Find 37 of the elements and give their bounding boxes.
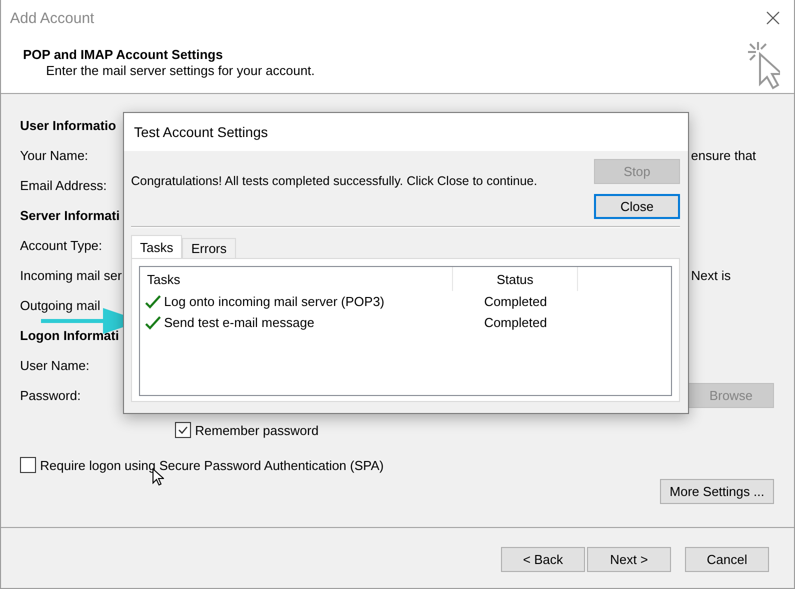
help-text: ensure that [691,148,758,162]
cursor-sparkle-icon [746,40,780,90]
checkmark-icon [177,424,189,436]
page-subtitle: Enter the mail server settings for your account. [46,63,315,78]
field-label: Account Type: [20,238,102,252]
close-icon[interactable] [766,11,780,25]
wizard-button[interactable]: Cancel [685,547,769,572]
checkbox-label[interactable]: Require logon using Secure Password Authentication (SPA) [40,458,384,472]
section-heading: Logon Informati [20,328,119,342]
wizard-button[interactable]: < Back [501,547,585,572]
field-label: User Name: [20,358,90,372]
field-label: Incoming mail ser [20,268,122,282]
task-status: Completed [483,294,548,309]
task-name: Send test e-mail message [164,315,314,330]
field-label: Outgoing mail [20,298,100,312]
section-heading: Server Informati [20,208,120,222]
field-label: Password: [20,388,81,402]
checkbox-label[interactable]: Remember password [195,422,319,438]
help-text: Next is [691,268,732,282]
tab[interactable]: Tasks [131,235,182,258]
checkbox[interactable] [175,422,191,438]
dialog-title: Test Account Settings [134,124,268,140]
wizard-button[interactable]: Next > [587,547,671,572]
dialog-button[interactable]: Close [594,194,680,219]
checkbox[interactable] [20,457,36,473]
tab[interactable]: Errors [182,238,236,258]
section-heading: User Informatio [20,118,116,132]
field-label: Your Name: [20,148,88,162]
more-settings-button[interactable]: More Settings ... [660,479,774,504]
status-message: Congratulations! All tests completed successfully. Click Close to continue. [131,174,538,190]
column-header[interactable]: Status [453,267,578,291]
task-status: Completed [483,315,548,330]
page-heading: POP and IMAP Account Settings [23,47,224,62]
field-label: Email Address: [20,178,107,192]
window-title: Add Account [10,10,94,26]
task-name: Log onto incoming mail server (POP3) [164,294,384,309]
column-header[interactable]: Tasks [140,267,453,291]
